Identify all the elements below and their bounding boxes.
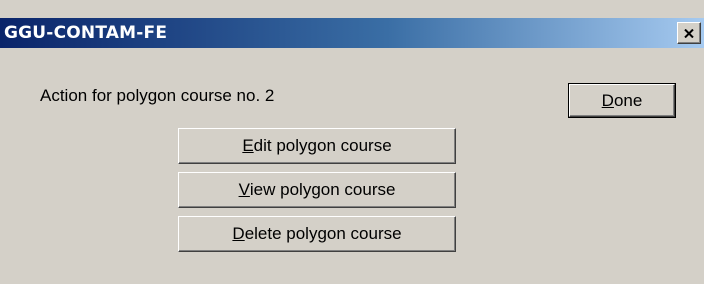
delete-polygon-course-button[interactable]: Delete polygon course — [178, 216, 456, 252]
title-bar[interactable]: GGU-CONTAM-FE — [0, 18, 704, 48]
close-button[interactable] — [677, 22, 701, 44]
view-polygon-course-button[interactable]: View polygon course — [178, 172, 456, 208]
window-title: GGU-CONTAM-FE — [4, 23, 168, 43]
done-button-label: one — [613, 90, 643, 110]
dialog-window: GGU-CONTAM-FE Action for polygon course … — [0, 0, 704, 284]
delete-button-label: elete polygon course — [244, 224, 402, 243]
view-button-accel: V — [238, 180, 250, 199]
edit-button-accel: E — [242, 136, 254, 155]
action-message: Action for polygon course no. 2 — [40, 86, 275, 105]
edit-polygon-course-button[interactable]: Edit polygon course — [178, 128, 456, 164]
close-x-icon — [684, 28, 694, 38]
view-button-label: iew polygon course — [249, 180, 396, 199]
delete-button-accel: D — [232, 224, 245, 243]
edit-button-label: dit polygon course — [253, 136, 392, 155]
done-button[interactable]: Done — [568, 83, 676, 118]
done-button-accel: D — [601, 90, 614, 110]
